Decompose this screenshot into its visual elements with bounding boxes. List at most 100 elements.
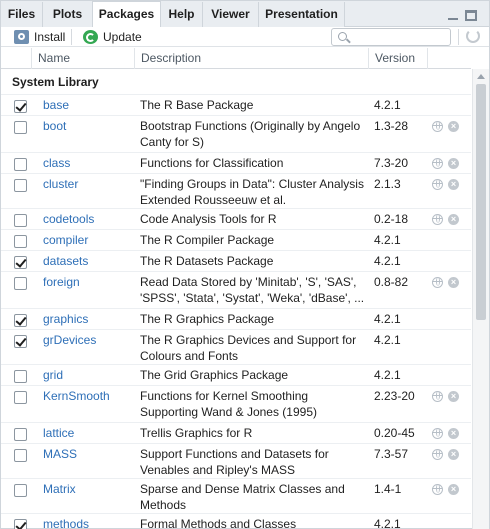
load-checkbox[interactable] xyxy=(14,235,27,248)
load-checkbox[interactable] xyxy=(14,100,27,113)
load-checkbox[interactable] xyxy=(14,370,27,383)
package-name-link[interactable]: graphics xyxy=(43,312,88,326)
package-row-grdevices: grDevices The R Graphics Devices and Supp… xyxy=(1,329,471,364)
scroll-up-icon[interactable] xyxy=(477,74,485,79)
package-name-link[interactable]: class xyxy=(43,156,70,170)
website-globe-icon[interactable] xyxy=(432,484,443,495)
package-table: System Library base The R Base Package 4.2… xyxy=(1,70,471,529)
load-checkbox[interactable] xyxy=(14,484,27,497)
column-header-description[interactable]: Description xyxy=(134,48,368,69)
package-version: 2.1.3 xyxy=(374,177,401,191)
remove-package-icon[interactable]: × xyxy=(448,277,459,288)
load-checkbox[interactable] xyxy=(14,121,27,134)
website-globe-icon[interactable] xyxy=(432,214,443,225)
package-name-link[interactable]: lattice xyxy=(43,426,74,440)
load-checkbox[interactable] xyxy=(14,449,27,462)
tab-help[interactable]: Help xyxy=(161,2,203,27)
packages-pane: Files Plots Packages Help Viewer Present… xyxy=(0,0,490,529)
package-name-link[interactable]: methods xyxy=(43,517,89,529)
website-globe-icon[interactable] xyxy=(432,121,443,132)
package-row-mass: MASS Support Functions and Datasets for V… xyxy=(1,443,471,478)
remove-package-icon[interactable]: × xyxy=(448,449,459,460)
section-title: System Library xyxy=(12,75,99,89)
package-row-matrix: Matrix Sparse and Dense Matrix Classes an… xyxy=(1,478,471,513)
load-checkbox[interactable] xyxy=(14,158,27,171)
package-description: Functions for Kernel Smoothing Supportin… xyxy=(140,389,317,419)
remove-package-icon[interactable]: × xyxy=(448,391,459,402)
load-checkbox[interactable] xyxy=(14,519,27,529)
website-globe-icon[interactable] xyxy=(432,449,443,460)
column-header-name[interactable]: Name xyxy=(31,48,135,69)
load-checkbox[interactable] xyxy=(14,391,27,404)
remove-package-icon[interactable]: × xyxy=(448,484,459,495)
package-version: 0.20-45 xyxy=(374,426,415,440)
load-checkbox[interactable] xyxy=(14,179,27,192)
package-name-link[interactable]: grid xyxy=(43,368,63,382)
update-button[interactable]: Update xyxy=(83,28,143,46)
package-name-link[interactable]: compiler xyxy=(43,233,88,247)
website-globe-icon[interactable] xyxy=(432,391,443,402)
minimize-pane-icon[interactable] xyxy=(447,10,459,21)
load-checkbox[interactable] xyxy=(14,256,27,269)
tab-files[interactable]: Files xyxy=(1,2,43,27)
website-globe-icon[interactable] xyxy=(432,428,443,439)
install-icon xyxy=(14,30,29,44)
column-header-actions xyxy=(427,48,471,69)
search-icon xyxy=(338,32,347,41)
load-checkbox[interactable] xyxy=(14,428,27,441)
package-description: Code Analysis Tools for R xyxy=(140,212,277,226)
package-row-grid: grid The Grid Graphics Package 4.2.1 xyxy=(1,364,471,385)
search-input[interactable] xyxy=(352,30,446,44)
package-description: The R Graphics Package xyxy=(140,312,275,326)
package-name-link[interactable]: codetools xyxy=(43,212,94,226)
scroll-thumb[interactable] xyxy=(476,84,486,320)
website-globe-icon[interactable] xyxy=(432,179,443,190)
package-name-link[interactable]: cluster xyxy=(43,177,78,191)
package-name-link[interactable]: foreign xyxy=(43,275,80,289)
load-checkbox[interactable] xyxy=(14,214,27,227)
package-description: The R Datasets Package xyxy=(140,254,274,268)
package-description: Bootstrap Functions (Originally by Angel… xyxy=(140,119,361,149)
package-version: 4.2.1 xyxy=(374,254,401,268)
package-description: Support Functions and Datasets for Venab… xyxy=(140,447,329,477)
maximize-pane-icon[interactable] xyxy=(465,10,477,21)
package-name-link[interactable]: Matrix xyxy=(43,482,76,496)
package-description: The Grid Graphics Package xyxy=(140,368,289,382)
column-header-version[interactable]: Version xyxy=(368,48,428,69)
toolbar: Install Update xyxy=(1,27,489,47)
tab-packages[interactable]: Packages xyxy=(92,1,161,27)
toolbar-divider xyxy=(71,29,72,45)
load-checkbox[interactable] xyxy=(14,314,27,327)
package-version: 1.3-28 xyxy=(374,119,409,133)
remove-package-icon[interactable]: × xyxy=(448,428,459,439)
package-version: 4.2.1 xyxy=(374,312,401,326)
package-description: Formal Methods and Classes xyxy=(140,517,297,529)
install-button[interactable]: Install xyxy=(14,28,66,46)
package-name-link[interactable]: grDevices xyxy=(43,333,96,347)
tab-plots[interactable]: Plots xyxy=(43,2,93,27)
package-name-link[interactable]: base xyxy=(43,98,69,112)
package-row-methods: methods Formal Methods and Classes 4.2.1 xyxy=(1,513,471,529)
package-name-link[interactable]: MASS xyxy=(43,447,77,461)
tab-viewer[interactable]: Viewer xyxy=(203,2,259,27)
load-checkbox[interactable] xyxy=(14,335,27,348)
package-version: 0.8-82 xyxy=(374,275,409,289)
website-globe-icon[interactable] xyxy=(432,158,443,169)
vertical-scrollbar[interactable] xyxy=(472,69,489,529)
website-globe-icon[interactable] xyxy=(432,277,443,288)
remove-package-icon[interactable]: × xyxy=(448,158,459,169)
tab-bar: Files Plots Packages Help Viewer Present… xyxy=(1,1,489,27)
package-version: 4.2.1 xyxy=(374,368,401,382)
load-checkbox[interactable] xyxy=(14,277,27,290)
refresh-icon[interactable] xyxy=(466,29,480,43)
remove-package-icon[interactable]: × xyxy=(448,121,459,132)
tab-presentation[interactable]: Presentation xyxy=(259,2,345,27)
package-name-link[interactable]: boot xyxy=(43,119,66,133)
remove-package-icon[interactable]: × xyxy=(448,179,459,190)
package-version: 7.3-57 xyxy=(374,447,409,461)
package-name-link[interactable]: KernSmooth xyxy=(43,389,110,403)
remove-package-icon[interactable]: × xyxy=(448,214,459,225)
update-label: Update xyxy=(103,30,142,44)
package-description: The R Compiler Package xyxy=(140,233,275,247)
package-name-link[interactable]: datasets xyxy=(43,254,88,268)
